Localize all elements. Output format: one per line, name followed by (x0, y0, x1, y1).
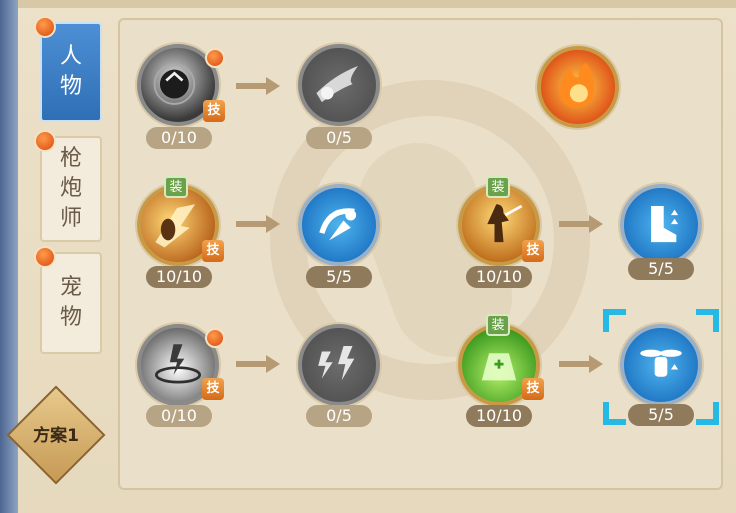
skill-level-r3b: 0/5 (306, 405, 372, 427)
leg-upgrade-icon (651, 206, 679, 243)
tab-gunner-label-2: 炮 (59, 176, 82, 201)
tab-gunner-label-1: 枪 (59, 146, 82, 171)
skill-badge-ji: 技 (203, 100, 225, 122)
tab-character-label-1: 人 (59, 44, 82, 69)
tab-pet[interactable]: 宠 物 (34, 246, 102, 354)
tab-pet-label-2: 物 (59, 305, 82, 330)
notification-dot-icon (34, 16, 56, 38)
skill-badge-ji: 技 (522, 240, 544, 262)
skill-node-r2d[interactable] (620, 184, 702, 266)
tab-gunner-label-3: 师 (59, 206, 82, 231)
skill-level-r3a: 0/10 (146, 405, 212, 427)
arrow-right-icon (236, 355, 280, 373)
drone-upgrade-icon (640, 349, 682, 377)
tab-gunner[interactable]: 枪 炮 师 (34, 130, 102, 242)
comet-strike-icon (316, 66, 358, 103)
tab-pet-label-1: 宠 (59, 275, 82, 300)
skill-level-r1a: 0/10 (146, 127, 212, 149)
notification-dot-icon (205, 328, 225, 348)
notification-dot-icon (34, 246, 56, 268)
skill-level-r3d: 5/5 (628, 404, 694, 426)
skill-node-r2b[interactable] (298, 184, 380, 266)
skill-level-r2d: 5/5 (628, 258, 694, 280)
skill-level-r2c: 10/10 (466, 266, 532, 288)
skill-node-r1c[interactable] (537, 46, 619, 128)
lightning-bolts-icon (318, 346, 355, 381)
notification-dot-icon (205, 48, 225, 68)
window-top-edge (18, 0, 736, 8)
tab-character[interactable]: 人 物 (34, 16, 102, 122)
skill-level-r2a: 10/10 (146, 266, 212, 288)
fire-orb-icon (560, 62, 595, 108)
tab-character-label-2: 物 (59, 74, 82, 99)
skill-badge-zhuang: 装 (164, 176, 188, 198)
skill-node-r3b[interactable] (298, 324, 380, 406)
skill-node-r1b[interactable] (298, 44, 380, 126)
arrow-right-icon (559, 215, 603, 233)
arrow-right-icon (236, 215, 280, 233)
skill-level-r2b: 5/5 (306, 266, 372, 288)
skill-badge-ji: 技 (202, 240, 224, 262)
plan-button-label: 方案1 (33, 426, 79, 446)
notification-dot-icon (34, 130, 56, 152)
skill-badge-zhuang: 装 (486, 314, 510, 336)
skill-level-r1b: 0/5 (306, 127, 372, 149)
arrow-right-icon (236, 77, 280, 95)
skill-node-r3d[interactable] (620, 324, 702, 406)
arrow-right-icon (559, 355, 603, 373)
skill-badge-ji: 技 (522, 378, 544, 400)
whirlwind-strike-icon (319, 208, 357, 241)
skill-badge-ji: 技 (202, 378, 224, 400)
skill-badge-zhuang: 装 (486, 176, 510, 198)
skill-level-r3c: 10/10 (466, 405, 532, 427)
